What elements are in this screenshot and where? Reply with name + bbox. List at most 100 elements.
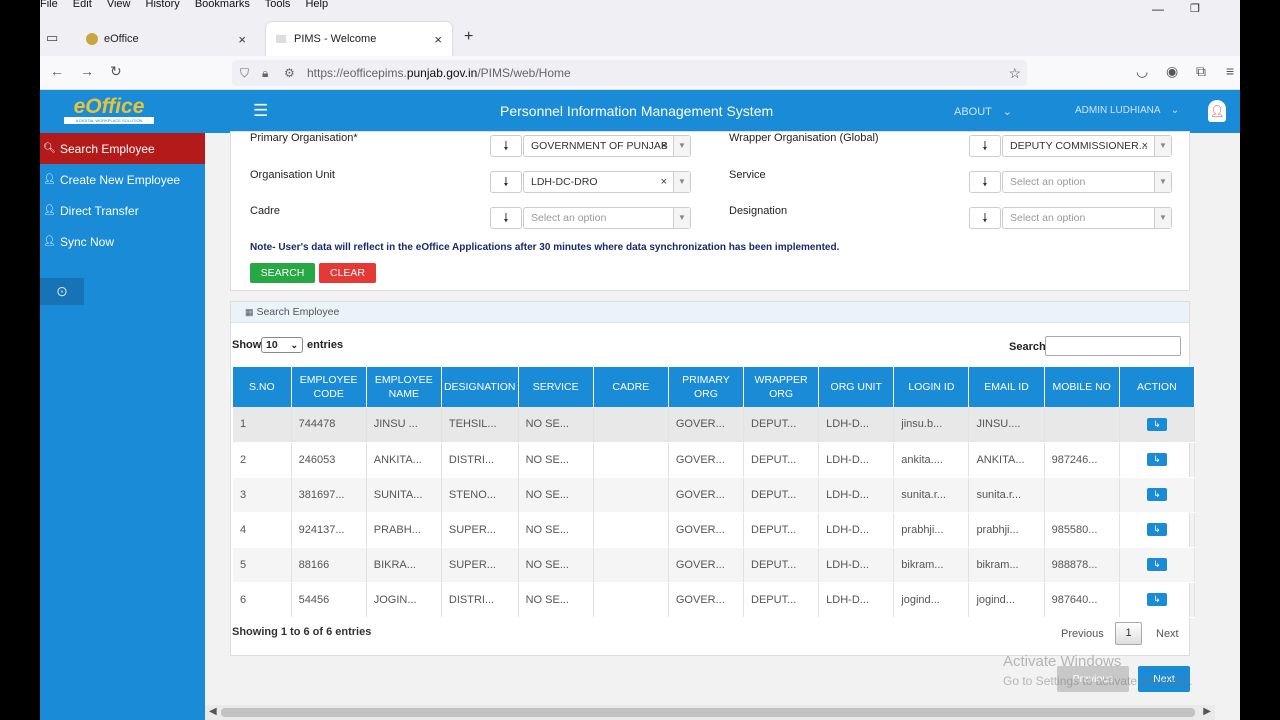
col-employee-name[interactable]: EMPLOYEE NAME [366, 367, 442, 407]
view-action-icon[interactable]: ↳ [1146, 558, 1167, 571]
col-mobile-no[interactable]: MOBILE NO [1044, 367, 1120, 407]
designation-down-button[interactable]: 🠗 [969, 207, 1001, 229]
restore-icon[interactable]: ❐ [1190, 2, 1200, 15]
url-path: /PIMS/web/Home [477, 66, 571, 80]
new-tab-icon[interactable]: + [464, 28, 473, 46]
scroll-right-icon[interactable]: ▶ [1203, 706, 1211, 717]
table-cell: LDH-D... [818, 512, 895, 548]
view-action-icon[interactable]: ↳ [1146, 488, 1167, 501]
menu-bookmarks[interactable]: Bookmarks [195, 0, 250, 10]
url-bar[interactable]: ⛉ 🔒︎ ⚙ https://eofficepims.punjab.gov.in… [232, 60, 1027, 86]
clear-icon[interactable]: × [661, 136, 667, 156]
forward-icon[interactable]: → [80, 63, 94, 79]
clear-button[interactable]: CLEAR [319, 263, 376, 283]
app-menu-icon[interactable]: ≡ [1226, 63, 1234, 79]
user-icon: 👤︎ [43, 236, 56, 247]
user-menu[interactable]: ADMIN LUDHIANA ⌄ [1075, 105, 1179, 116]
pagination-previous[interactable]: Previous [1061, 628, 1104, 640]
col-employee-code[interactable]: EMPLOYEE CODE [291, 367, 367, 407]
menu-view[interactable]: View [107, 0, 131, 10]
bookmark-star-icon[interactable]: ☆ [1008, 60, 1021, 86]
table-search-input[interactable] [1045, 336, 1181, 356]
col-email-id[interactable]: EMAIL ID [968, 367, 1045, 407]
primary-org-down-button[interactable]: 🠗 [490, 135, 522, 157]
menu-file[interactable]: File [40, 0, 58, 10]
service-select[interactable]: Select an option ▼ [1002, 171, 1172, 193]
sidebar-item-sync-now[interactable]: 👤︎ Sync Now [40, 226, 205, 257]
table-row: 3 381697... SUNITA... STENO... NO SE... GOVER… [233, 477, 1196, 513]
service-down-button[interactable]: 🠗 [969, 171, 1001, 193]
sidebar-item-direct-transfer[interactable]: 👤︎ Direct Transfer [40, 195, 205, 226]
user-icon: 👤︎ [43, 205, 56, 216]
table-cell: GOVER... [668, 407, 745, 443]
collapse-sidebar-button[interactable]: ⊙ [40, 278, 84, 305]
menu-tools[interactable]: Tools [265, 0, 291, 10]
col-sno[interactable]: S.NO [233, 367, 292, 407]
table-cell: SUPER... [441, 547, 519, 583]
lock-icon: 🔒︎ [262, 66, 269, 80]
clear-icon[interactable]: × [1142, 136, 1148, 156]
col-cadre[interactable]: CADRE [593, 367, 669, 407]
pagination-page-1[interactable]: 1 [1115, 622, 1142, 645]
table-cell: LDH-D... [818, 407, 895, 443]
cadre-down-button[interactable]: 🠗 [490, 207, 522, 229]
wrapper-org-select[interactable]: DEPUTY COMMISSIONER... × ▼ [1002, 135, 1172, 157]
sidebar-item-create-new-employee[interactable]: 👤︎ Create New Employee [40, 164, 205, 195]
tab-list-icon[interactable]: ▭ [46, 30, 58, 46]
user-label: ADMIN LUDHIANA [1075, 105, 1161, 116]
org-unit-value: LDH-DC-DRO [531, 176, 598, 188]
table-cell: NO SE... [518, 442, 594, 478]
table-cell: 1 [233, 407, 292, 443]
reload-icon[interactable]: ↻ [110, 63, 122, 80]
col-designation[interactable]: DESIGNATION [441, 367, 519, 407]
back-icon[interactable]: ← [50, 63, 64, 79]
pagination-next[interactable]: Next [1156, 628, 1179, 640]
hamburger-icon[interactable]: ☰ [253, 101, 268, 121]
col-login-id[interactable]: LOGIN ID [893, 367, 970, 407]
view-action-icon[interactable]: ↳ [1146, 593, 1167, 606]
designation-select[interactable]: Select an option ▼ [1002, 207, 1172, 229]
table-cell: DEPUT... [743, 407, 820, 443]
menu-edit[interactable]: Edit [73, 0, 92, 10]
clear-icon[interactable]: × [661, 172, 667, 192]
col-wrapper-org[interactable]: WRAPPER ORG [743, 367, 820, 407]
table-cell: 987246... [1044, 442, 1120, 478]
col-service[interactable]: SERVICE [518, 367, 594, 407]
close-tab-icon[interactable]: × [434, 32, 442, 47]
tab-pims[interactable]: PIMS - Welcome × [266, 22, 452, 56]
scroll-left-icon[interactable]: ◀ [209, 706, 217, 717]
table-cell [593, 582, 669, 618]
horizontal-scrollbar[interactable]: ◀ ▶ [205, 705, 1215, 720]
account-icon[interactable]: ◉ [1166, 63, 1178, 80]
view-action-icon[interactable]: ↳ [1146, 417, 1167, 431]
search-button[interactable]: SEARCH [250, 263, 315, 283]
col-org-unit[interactable]: ORG UNIT [818, 367, 895, 407]
minimize-icon[interactable]: — [1152, 2, 1164, 16]
user-avatar-icon[interactable]: 👤︎ [1208, 100, 1226, 122]
eoffice-logo[interactable]: eOffice A DIGITAL WORKPLACE SOLUTION [62, 96, 156, 125]
table-cell: 4 [233, 512, 292, 548]
tab-eoffice[interactable]: eOffice × [76, 22, 256, 56]
wrapper-org-down-button[interactable]: 🠗 [969, 135, 1001, 157]
entries-select[interactable]: 10 ⌄ [261, 337, 303, 353]
view-action-icon[interactable]: ↳ [1146, 523, 1167, 536]
menu-history[interactable]: History [146, 0, 180, 10]
cadre-select[interactable]: Select an option ▼ [523, 207, 691, 229]
menu-help[interactable]: Help [305, 0, 328, 10]
org-unit-down-button[interactable]: 🠗 [490, 171, 522, 193]
view-action-icon[interactable]: ↳ [1146, 453, 1167, 466]
table-cell: 5 [233, 547, 292, 583]
primary-org-select[interactable]: GOVERNMENT OF PUNJAB × ▼ [523, 135, 691, 157]
col-action: ACTION [1119, 367, 1196, 407]
pocket-icon[interactable]: ◡ [1136, 63, 1148, 80]
close-tab-icon[interactable]: × [238, 32, 246, 47]
scrollbar-thumb[interactable] [221, 708, 1195, 717]
table-cell [593, 442, 669, 478]
col-primary-org[interactable]: PRIMARY ORG [668, 367, 745, 407]
about-menu[interactable]: ABOUT ⌄ [954, 105, 1012, 118]
extensions-icon[interactable]: ⧉ [1196, 63, 1206, 80]
main-content: Primary Organisation* 🠗 GOVERNMENT OF PU… [205, 131, 1240, 720]
table-cell [1044, 407, 1120, 443]
sidebar-item-search-employee[interactable]: 🔍︎ Search Employee [40, 133, 205, 164]
org-unit-select[interactable]: LDH-DC-DRO × ▼ [523, 171, 691, 193]
